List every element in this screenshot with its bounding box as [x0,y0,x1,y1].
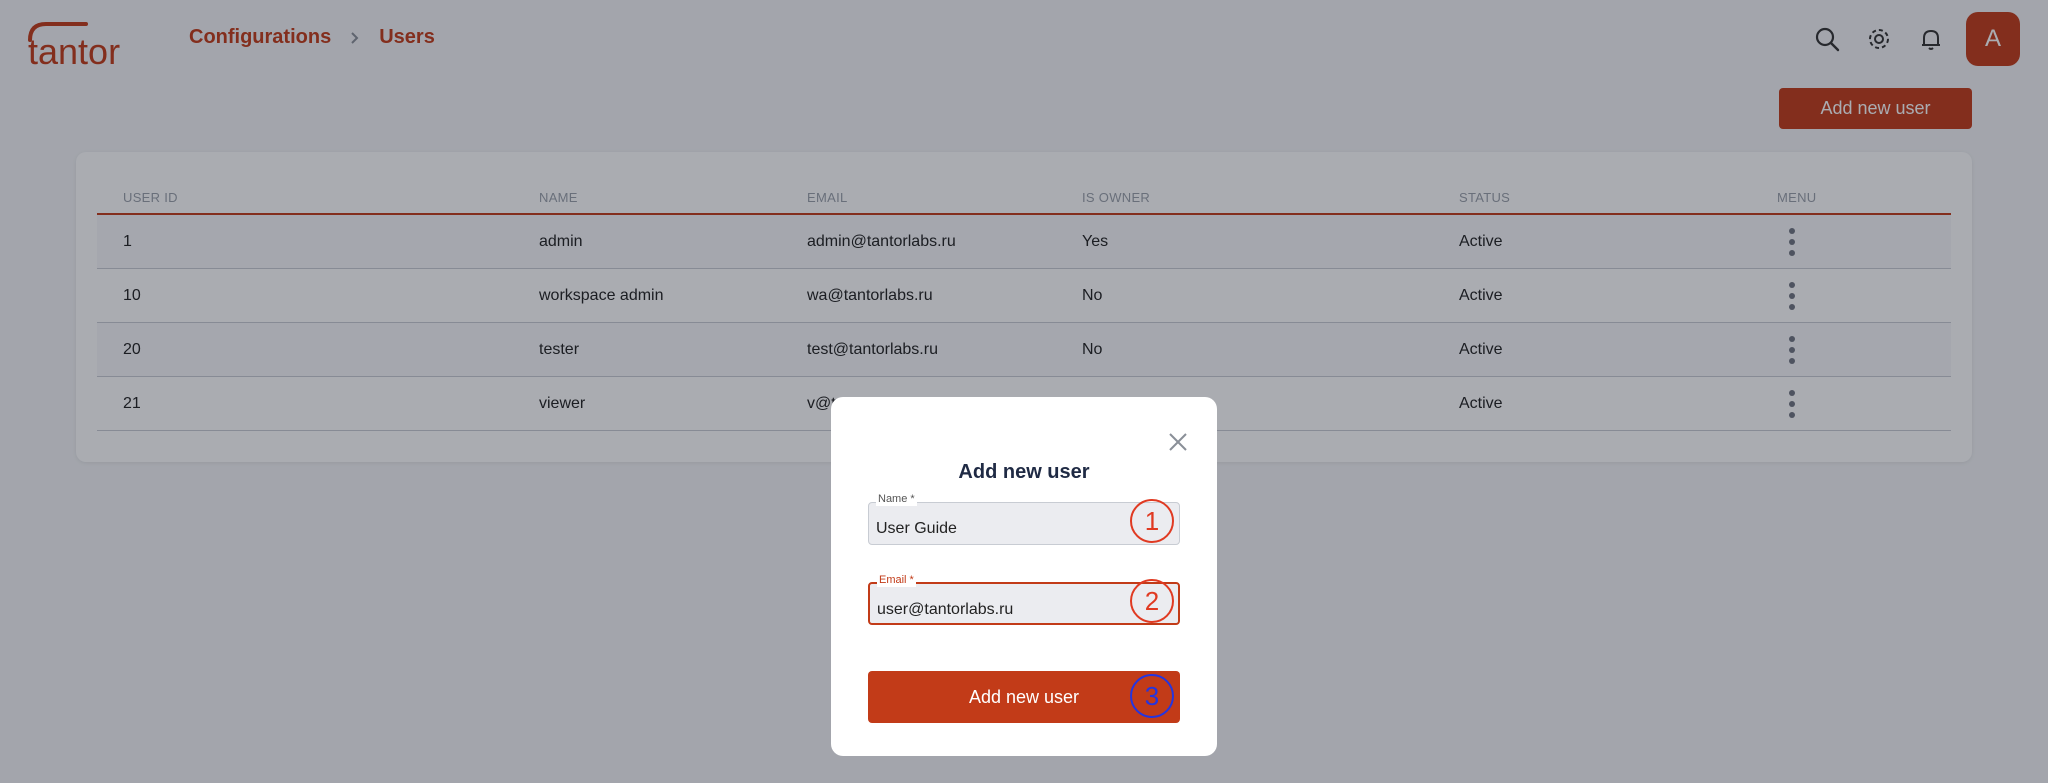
name-input[interactable] [876,520,1126,538]
dialog-title: Add new user [958,461,1090,483]
step-marker-2: 2 [1130,579,1174,623]
step-marker-1: 1 [1130,499,1174,543]
close-icon[interactable] [1167,431,1189,453]
email-input[interactable] [877,601,1127,619]
name-field-label: Name * [876,492,917,506]
add-user-dialog: Add new user Name * 1 Email * 2 Add new … [831,397,1217,756]
email-field-label: Email * [877,573,916,587]
step-marker-3: 3 [1130,674,1174,718]
